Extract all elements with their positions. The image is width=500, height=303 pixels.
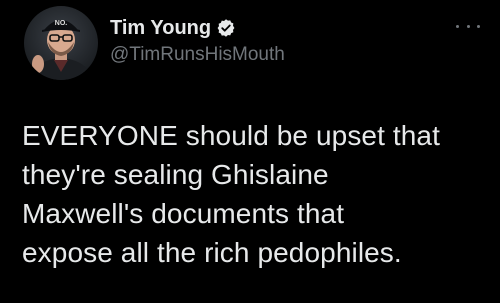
verified-badge-icon [216,18,236,38]
name-row: Tim Young [110,14,285,42]
tweet-text: EVERYONE should be upset that they're se… [22,116,482,272]
author-block: Tim Young @TimRunsHisMouth [110,14,285,66]
avatar[interactable]: NO. [24,6,98,80]
tweet-card: NO. Tim Young @TimRunsHisMouth EVERYONE … [0,0,500,303]
avatar-hat-text: NO. [55,20,68,27]
more-dot [466,24,470,28]
display-name[interactable]: Tim Young [110,17,211,40]
tweet-text-line: EVERYONE should be upset that [22,120,440,151]
tweet-text-line: Maxwell's documents that [22,198,345,229]
more-options-icon[interactable] [456,18,480,34]
tweet-text-line: expose all the rich pedophiles. [22,237,402,268]
tweet-text-line: they're sealing Ghislaine [22,159,329,190]
more-dot [477,24,480,28]
more-dot [456,24,459,28]
avatar-image: NO. [24,6,98,80]
user-handle[interactable]: @TimRunsHisMouth [110,44,285,66]
